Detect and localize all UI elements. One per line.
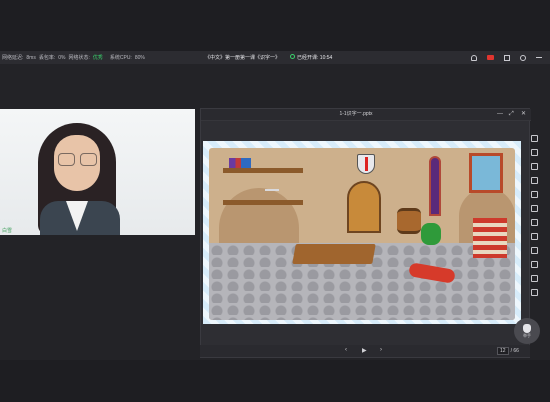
bell-icon[interactable] <box>471 54 477 61</box>
select-tool-icon[interactable] <box>530 149 538 156</box>
class-timer: 已经开课: 10:54 <box>290 54 332 61</box>
wooden-door <box>347 181 381 233</box>
castle-room-illustration <box>209 148 515 320</box>
ppt-titlebar[interactable]: 1-1识字一.pptx — ⤢ ✕ <box>201 109 531 121</box>
lesson-info: 《中文》第一册第一课《识字一》 已经开课: 10:54 <box>205 51 332 64</box>
raise-hand-button[interactable]: 举手 <box>514 318 540 344</box>
cpu-value: 80% <box>134 54 145 61</box>
bottom-blank-area <box>0 360 550 402</box>
top-blank-area <box>0 0 550 51</box>
books-icon <box>229 158 251 168</box>
wooden-table <box>292 244 376 264</box>
red-stairs <box>473 218 507 258</box>
page-indicator: 12 / 66 <box>497 346 519 355</box>
next-slide-button[interactable]: › <box>380 347 382 353</box>
cloud-tool-icon[interactable] <box>530 261 538 268</box>
image-tool-icon[interactable] <box>530 233 538 240</box>
upper-shelf <box>223 168 303 173</box>
minimize-button[interactable]: — <box>497 110 503 118</box>
barrel-icon <box>397 208 421 234</box>
slide-canvas[interactable] <box>203 141 521 324</box>
window-icon[interactable] <box>504 54 510 61</box>
gear-icon[interactable] <box>520 54 526 61</box>
pen-tool-icon[interactable] <box>530 163 538 170</box>
status-controls <box>471 51 542 64</box>
chat-tool-icon[interactable] <box>530 247 538 254</box>
glasses-left <box>58 153 75 166</box>
stained-window <box>429 156 441 216</box>
network-delay-label: 网络延迟: <box>2 55 24 61</box>
cpu-label: 系统CPU: <box>109 55 132 61</box>
plant-icon <box>421 223 441 245</box>
ppt-window[interactable]: 1-1识字一.pptx — ⤢ ✕ <box>200 108 531 358</box>
annotation-toolbar <box>526 132 542 335</box>
class-started-label: 已经开课: <box>297 55 319 61</box>
page-input[interactable]: 12 <box>497 346 509 355</box>
shape-tool-icon[interactable] <box>530 219 538 226</box>
lower-shelf <box>223 200 303 205</box>
toolbox-icon[interactable] <box>530 275 538 282</box>
network-delay-value: 8ms <box>26 54 36 61</box>
candelabra-icon <box>265 175 279 191</box>
close-button[interactable]: ✕ <box>521 110 526 118</box>
cursor-tool-icon[interactable] <box>530 135 538 142</box>
people-tool-icon[interactable] <box>530 289 538 296</box>
video-name-tag: 白雪 <box>2 228 13 234</box>
slide-navigation: ‹ ▶ › 12 / 66 <box>200 345 530 357</box>
text-tool-icon[interactable] <box>530 177 538 184</box>
class-elapsed: 10:54 <box>319 55 333 61</box>
hand-icon <box>523 323 531 333</box>
castle-picture <box>469 153 503 193</box>
left-arch <box>219 188 299 248</box>
packet-loss-value: 0% <box>58 54 66 61</box>
network-status-value: 优秀 <box>92 55 103 61</box>
maximize-button[interactable]: ⤢ <box>509 110 514 118</box>
play-button[interactable]: ▶ <box>362 347 367 354</box>
prev-slide-button[interactable]: ‹ <box>345 347 347 353</box>
network-stats: 网络延迟: 8ms 丢包率: 0% 网络状态: 优秀 系统CPU: 80% <box>2 51 145 64</box>
network-status-label: 网络状态: <box>68 55 90 61</box>
clock-icon <box>290 54 296 59</box>
packet-loss-label: 丢包率: <box>38 55 56 61</box>
raise-hand-label: 举手 <box>523 332 531 338</box>
ppt-title: 1-1识字一.pptx <box>339 111 373 117</box>
shield-icon <box>357 154 375 174</box>
record-icon[interactable] <box>487 55 494 60</box>
status-bar: 网络延迟: 8ms 丢包率: 0% 网络状态: 优秀 系统CPU: 80% 《中… <box>0 51 550 64</box>
lesson-title: 《中文》第一册第一课《识字一》 <box>205 55 281 61</box>
minimize-icon[interactable] <box>536 57 542 58</box>
teacher-video: 白雪 <box>0 109 195 235</box>
glasses-right <box>80 153 97 166</box>
eraser-tool-icon[interactable] <box>530 205 538 212</box>
page-total: / 66 <box>510 347 519 354</box>
scissors-tool-icon[interactable] <box>530 191 538 198</box>
